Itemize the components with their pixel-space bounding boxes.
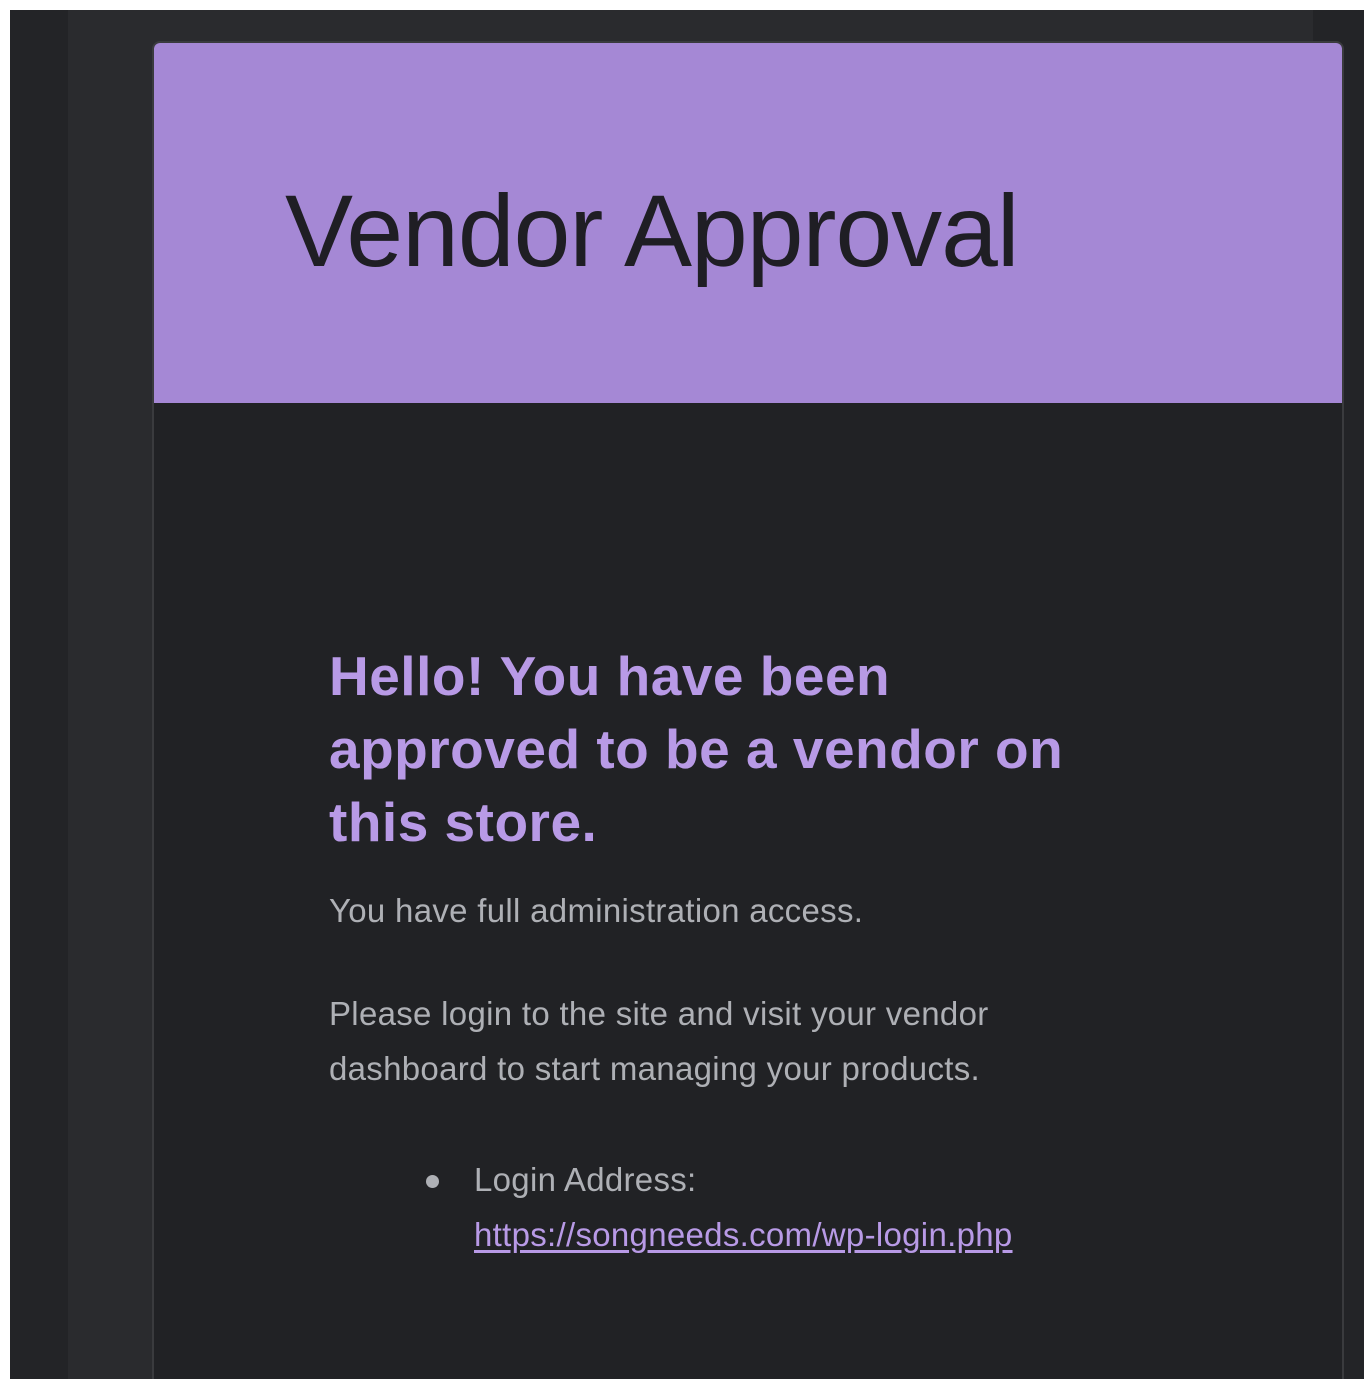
bullet-icon: [426, 1175, 439, 1188]
login-details-list: Login Address: https://songneeds.com/wp-…: [329, 1152, 1129, 1262]
access-message: You have full administration access.: [329, 892, 864, 929]
list-item: Login Address: https://songneeds.com/wp-…: [426, 1152, 1129, 1262]
login-address-label: Login Address:: [474, 1161, 697, 1198]
approval-greeting: Hello! You have been approved to be a ve…: [329, 645, 1064, 853]
email-viewer: Vendor Approval Hello! You have been app…: [10, 10, 1364, 1379]
email-card: Vendor Approval Hello! You have been app…: [152, 41, 1344, 1379]
login-address-link[interactable]: https://songneeds.com/wp-login.php: [474, 1207, 1129, 1262]
email-body: Hello! You have been approved to be a ve…: [329, 640, 1129, 1262]
email-title: Vendor Approval: [285, 174, 1020, 288]
login-instructions: Please login to the site and visit your …: [329, 995, 989, 1087]
email-header: Vendor Approval: [154, 43, 1342, 403]
email-wrapper: Vendor Approval Hello! You have been app…: [68, 10, 1344, 1379]
